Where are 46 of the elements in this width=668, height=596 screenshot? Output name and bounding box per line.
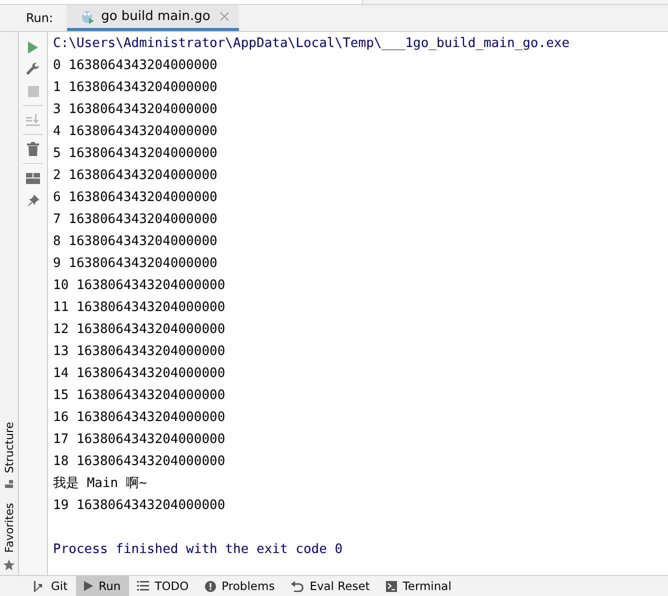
pin-icon[interactable] [26,194,40,206]
console-line: 6 1638064343204000000 [53,189,218,207]
console-line: 我是 Main 啊~ [53,475,148,493]
terminal-icon [386,580,397,592]
console-line: 1 1638064343204000000 [53,79,218,97]
undo-icon [290,580,304,592]
trash-icon[interactable] [27,142,39,156]
console-line: 9 1638064343204000000 [53,255,218,273]
console-line: 12 1638064343204000000 [53,321,226,339]
list-icon [136,581,149,591]
play-icon [84,581,93,591]
console-line: 10 1638064343204000000 [53,277,226,295]
console-line: 5 1638064343204000000 [53,145,218,163]
console-line: 14 1638064343204000000 [53,365,226,383]
tool-window-tab[interactable]: Run [76,576,129,596]
console-line: 2 1638064343204000000 [53,167,218,185]
layout-icon[interactable] [26,172,40,184]
warning-icon [204,580,216,592]
console-line: 17 1638064343204000000 [53,431,226,449]
console-line: 0 1638064343204000000 [53,57,218,75]
console-line: 11 1638064343204000000 [53,299,226,317]
structure-icon [4,479,14,490]
console-line: 3 1638064343204000000 [53,101,218,119]
tool-window-tab[interactable]: Git [26,576,76,596]
console-line: 13 1638064343204000000 [53,343,226,361]
console-line: 19 1638064343204000000 [53,497,226,515]
configuration-tab[interactable]: go build main.go [67,5,240,31]
branch-icon [34,580,45,592]
tool-window-tab[interactable]: Terminal [378,576,460,596]
wrench-icon[interactable] [26,62,40,76]
console-line: 7 1638064343204000000 [53,211,218,229]
panel-label: Run: [26,11,54,25]
console-line: 18 1638064343204000000 [53,453,226,471]
console-line: 15 1638064343204000000 [53,387,226,405]
console-line: Process finished with the exit code 0 [53,541,344,559]
side-tab[interactable]: Structure [2,422,16,490]
tool-window-tab[interactable]: TODO [128,576,197,596]
tool-window-tab[interactable]: Problems [196,576,283,596]
star-icon [3,559,15,571]
console-line: C:\Users\Administrator\AppData\Local\Temp\___1go_build_main_go.exe [53,35,571,53]
console-line: 16 1638064343204000000 [53,409,226,427]
console-line: 8 1638064343204000000 [53,233,218,251]
console-line: 4 1638064343204000000 [53,123,218,141]
tool-window-tab[interactable]: Eval Reset [282,576,378,596]
run-icon[interactable] [27,40,39,54]
side-tab[interactable]: Favorites [2,503,16,571]
